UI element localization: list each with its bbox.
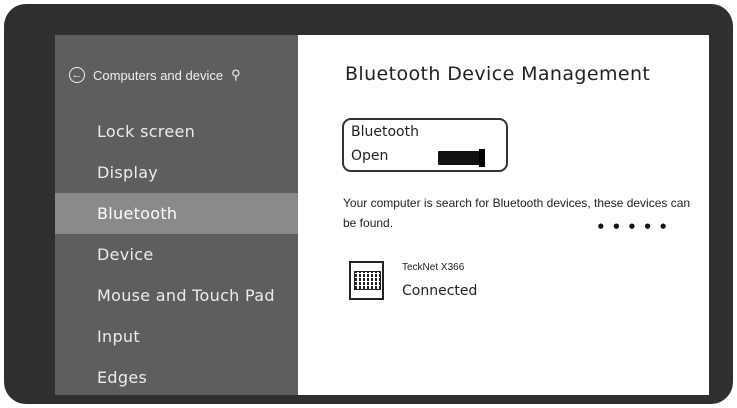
- sidebar-item-mouse-touchpad[interactable]: Mouse and Touch Pad: [55, 275, 298, 316]
- bluetooth-toggle-label: Bluetooth: [351, 124, 419, 140]
- sidebar-item-input[interactable]: Input: [55, 316, 298, 357]
- sidebar: ← Computers and device ⚲ Lock screen Dis…: [55, 35, 298, 395]
- sidebar-header-label: Computers and device: [93, 67, 224, 83]
- bluetooth-toggle-state: Open: [351, 148, 389, 164]
- sidebar-item-edges[interactable]: Edges: [55, 357, 298, 395]
- device-name: TeckNet X366: [402, 262, 465, 273]
- sidebar-item-display[interactable]: Display: [55, 152, 298, 193]
- toggle-thumb[interactable]: [479, 149, 485, 167]
- sidebar-nav: Lock screen Display Bluetooth Device Mou…: [55, 111, 298, 395]
- page-title: Bluetooth Device Management: [345, 63, 651, 85]
- searching-progress-dots: •••••: [596, 218, 674, 236]
- keyboard-icon: [349, 261, 384, 300]
- sidebar-header: ← Computers and device ⚲: [69, 67, 241, 83]
- main-content: Bluetooth Device Management Bluetooth Op…: [298, 35, 709, 395]
- search-icon[interactable]: ⚲: [231, 67, 241, 83]
- bluetooth-toggle-switch[interactable]: [438, 149, 485, 167]
- screen: ← Computers and device ⚲ Lock screen Dis…: [55, 35, 709, 395]
- sidebar-item-device[interactable]: Device: [55, 234, 298, 275]
- device-bezel: ← Computers and device ⚲ Lock screen Dis…: [4, 4, 733, 404]
- sidebar-item-lock-screen[interactable]: Lock screen: [55, 111, 298, 152]
- sidebar-item-bluetooth[interactable]: Bluetooth: [55, 193, 298, 234]
- device-status: Connected: [402, 283, 478, 299]
- back-arrow-icon[interactable]: ←: [69, 67, 85, 83]
- bluetooth-toggle-panel: Bluetooth Open: [342, 118, 508, 172]
